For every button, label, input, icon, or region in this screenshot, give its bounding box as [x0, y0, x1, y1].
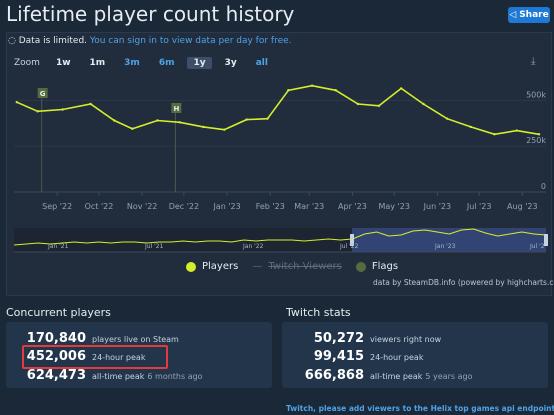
data-point[interactable] [356, 102, 360, 106]
data-point[interactable] [310, 84, 314, 87]
x-tick-label: Jul '23 [466, 202, 492, 211]
data-point[interactable] [89, 102, 92, 106]
data-point[interactable] [245, 118, 248, 121]
x-tick-label: Oct '22 [85, 202, 114, 211]
navigator-label: Jan '22 [242, 243, 264, 250]
players-all-time-peak-value: 624,473 [26, 368, 86, 383]
twitch-viewers-row: 50,272 viewers right now [282, 331, 441, 346]
navigator-label: Jul '2 [529, 243, 545, 250]
players-series-line [16, 84, 540, 136]
data-point[interactable] [287, 89, 290, 92]
navigator-label: Jan '23 [434, 243, 456, 250]
x-tick-label: Jun '23 [423, 202, 451, 211]
players-legend-dot [186, 261, 196, 272]
data-point[interactable] [15, 100, 18, 104]
navigator-label: Jul '22 [339, 243, 359, 250]
data-point[interactable] [334, 89, 337, 92]
flag-label: G [40, 90, 46, 98]
x-tick-label: Apr '23 [338, 202, 367, 211]
twitch-24h-peak-value: 99,415 [313, 349, 364, 364]
players-all-time-peak-row: 624,473 all-time peak 6 months ago [6, 368, 203, 383]
data-point[interactable] [445, 117, 449, 120]
data-point[interactable] [266, 117, 269, 120]
twitch-all-time-peak-label: all-time peak [370, 372, 423, 381]
x-tick-label: Aug '23 [507, 202, 538, 211]
data-point[interactable] [469, 125, 472, 129]
data-point[interactable] [399, 87, 403, 90]
y-tick-label: 0 [541, 182, 546, 191]
x-tick-label: Nov '22 [127, 202, 158, 211]
legend-twitch-viewers[interactable]: Twitch Viewers [268, 261, 342, 272]
data-point[interactable] [113, 119, 116, 122]
data-point[interactable] [178, 121, 181, 124]
twitch-api-link[interactable]: Twitch, please add viewers to the Helix … [286, 404, 554, 413]
players-all-time-peak-label: all-time peak [92, 372, 145, 381]
player-count-chart: 0 250k 500k Sep '22 Oct '22 Nov '22 Dec '22 Ja… [13, 84, 548, 253]
twitch-viewers-label: viewers right now [370, 335, 442, 344]
players-live-value: 170,840 [26, 331, 86, 346]
navigator-label: Jan '21 [47, 243, 69, 250]
data-point[interactable] [377, 104, 381, 108]
data-point[interactable] [422, 102, 425, 106]
twitch-stats-heading: Twitch stats [286, 306, 351, 319]
data-point[interactable] [156, 119, 159, 122]
x-tick-label: Mar '23 [294, 202, 324, 211]
players-all-time-peak-date: 6 months ago [147, 372, 203, 381]
legend-flags[interactable]: Flags [372, 261, 398, 272]
flags-legend-dot [355, 261, 366, 272]
twitch-24h-peak-label: 24-hour peak [370, 353, 424, 362]
legend-players[interactable]: Players [202, 261, 238, 272]
players-24h-peak-value: 452,006 [26, 349, 86, 364]
flag-label: H [173, 105, 179, 113]
twitch-24h-peak-row: 99,415 24-hour peak [282, 349, 424, 364]
data-point[interactable] [36, 110, 39, 113]
twitch-viewers-value: 50,272 [313, 331, 364, 346]
players-live-row: 170,840 players live on Steam [6, 331, 179, 346]
players-24h-peak-row: 452,006 24-hour peak [6, 349, 146, 364]
x-tick-label: Jan '23 [212, 202, 240, 211]
data-point[interactable] [61, 108, 64, 111]
y-tick-label: 500k [526, 90, 546, 99]
twitch-all-time-peak-date: 5 years ago [425, 372, 473, 381]
twitch-all-time-peak-value: 666,868 [304, 368, 364, 383]
x-tick-label: Sep '22 [42, 202, 72, 211]
data-point[interactable] [493, 133, 496, 136]
concurrent-players-heading: Concurrent players [6, 306, 111, 319]
data-point[interactable] [537, 133, 541, 136]
data-point[interactable] [131, 127, 134, 130]
data-point[interactable] [202, 125, 205, 129]
data-point[interactable] [515, 129, 518, 132]
chart-legend: Players — Twitch Viewers Flags [186, 261, 398, 272]
x-tick-label: Feb '23 [256, 202, 285, 211]
x-tick-label: Dec '22 [169, 202, 199, 211]
players-live-label: players live on Steam [92, 335, 179, 344]
data-point[interactable] [223, 128, 226, 131]
x-tick-label: May '23 [378, 202, 409, 211]
twitch-all-time-peak-row: 666,868 all-time peak 5 years ago [282, 368, 473, 383]
y-tick-label: 250k [526, 136, 546, 145]
players-24h-peak-label: 24-hour peak [92, 353, 146, 362]
chart-credit: data by SteamDB.info (powered by highcha… [373, 278, 554, 287]
navigator-label: Jul '21 [144, 243, 164, 250]
